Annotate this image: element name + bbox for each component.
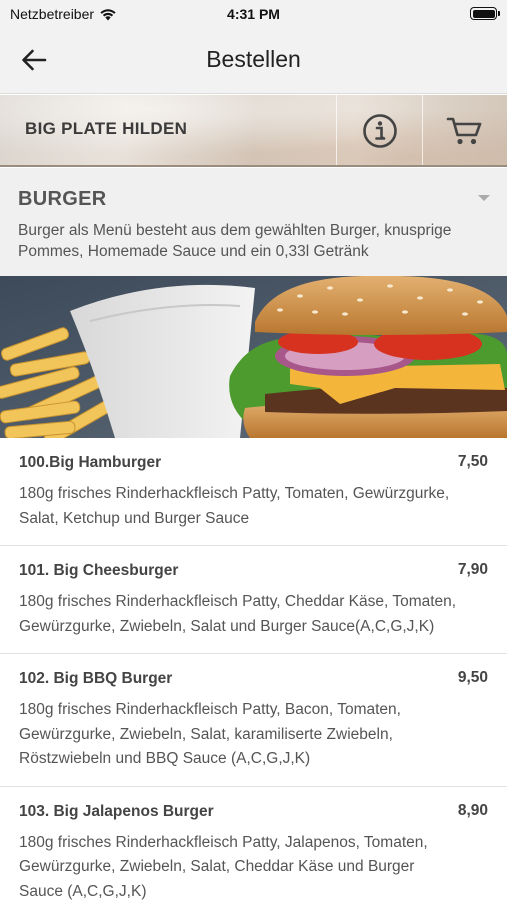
item-name: 101. Big Cheesburger [19, 562, 179, 579]
item-name: 102. Big BBQ Burger [19, 670, 173, 687]
item-description: 180g frisches Rinderhackfleisch Patty, J… [19, 833, 428, 900]
item-description: 180g frisches Rinderhackfleisch Patty, C… [19, 593, 457, 635]
info-icon [362, 114, 397, 148]
status-bar: Netzbetreiber 4:31 PM [0, 0, 507, 28]
menu-item[interactable]: 101. Big Cheesburger 7,90 180g frisches … [0, 546, 507, 654]
restaurant-header: BIG PLATE HILDEN [0, 95, 507, 167]
info-button[interactable] [337, 95, 422, 165]
battery-icon [470, 7, 500, 20]
navigation-bar: Bestellen [0, 28, 507, 94]
restaurant-name: BIG PLATE HILDEN [25, 119, 188, 138]
item-name: 103. Big Jalapenos Burger [19, 802, 214, 820]
category-description: Burger als Menü besteht aus dem gewählte… [18, 222, 452, 260]
status-time: 4:31 PM [227, 6, 280, 22]
page-title: Bestellen [206, 46, 301, 72]
cart-button[interactable] [423, 95, 507, 165]
menu-list: 100.Big Hamburger 7,50 180g frisches Rin… [0, 438, 507, 900]
menu-item[interactable]: 103. Big Jalapenos Burger 8,90 180g fris… [0, 787, 507, 900]
item-price: 7,90 [457, 561, 488, 578]
menu-item[interactable]: 100.Big Hamburger 7,50 180g frisches Rin… [0, 438, 507, 546]
item-price: 8,90 [457, 801, 488, 819]
item-price: 9,50 [457, 669, 488, 686]
menu-item[interactable]: 102. Big BBQ Burger 9,50 180g frisches R… [0, 654, 507, 787]
category-header[interactable]: BURGER Burger als Menü besteht aus dem g… [0, 168, 507, 276]
item-name: 100.Big Hamburger [19, 454, 162, 471]
item-description: 180g frisches Rinderhackfleisch Patty, T… [19, 485, 450, 527]
item-price: 7,50 [457, 453, 488, 470]
category-title: BURGER [18, 188, 107, 210]
cart-icon [446, 117, 482, 145]
chevron-down-icon[interactable] [478, 195, 490, 201]
item-description: 180g frisches Rinderhackfleisch Patty, B… [19, 701, 401, 767]
category-banner-image [0, 276, 507, 438]
